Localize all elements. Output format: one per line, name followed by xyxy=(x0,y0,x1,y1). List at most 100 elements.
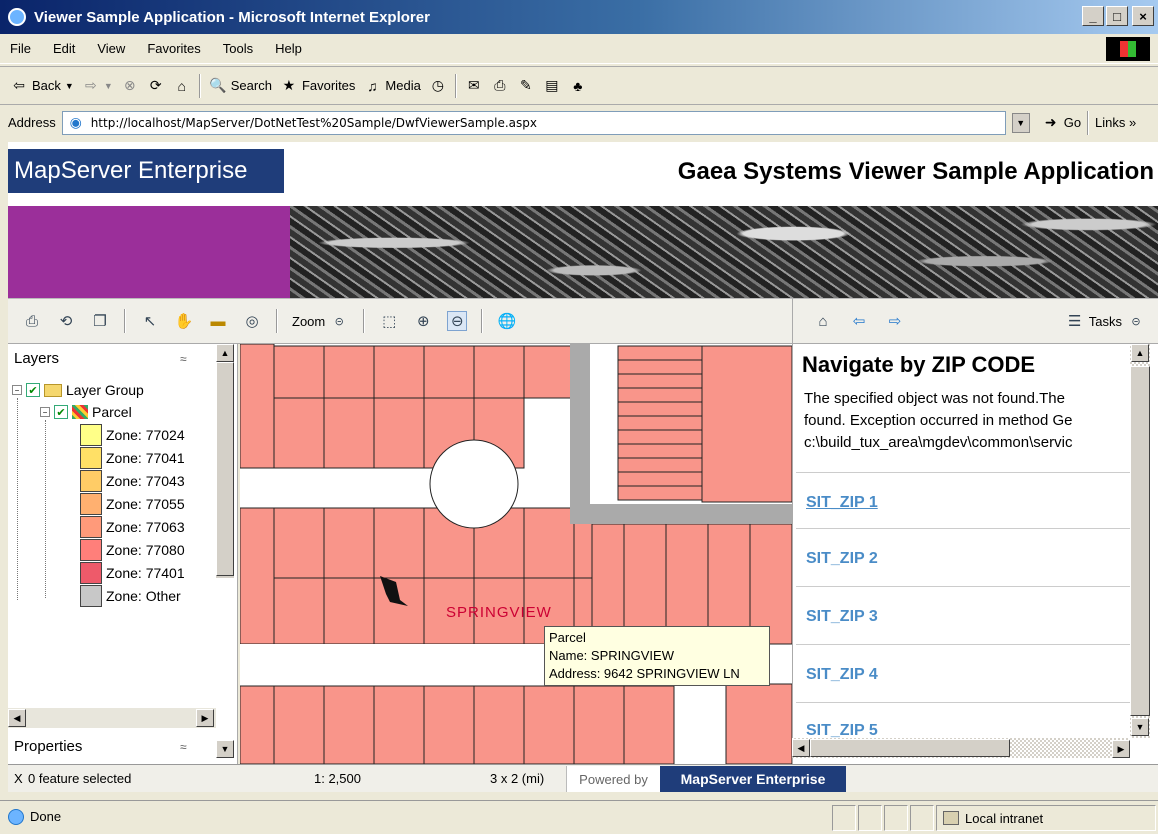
scroll-down-icon[interactable]: ▼ xyxy=(1131,718,1149,736)
scroll-up-icon[interactable]: ▲ xyxy=(216,344,234,362)
zip-link-5[interactable]: SIT_ZIP 5 xyxy=(806,722,878,738)
go-button[interactable]: ➜ Go xyxy=(1042,114,1081,132)
minimize-button[interactable]: _ xyxy=(1082,6,1104,26)
zip-link-3[interactable]: SIT_ZIP 3 xyxy=(806,608,878,626)
mail-icon[interactable]: ✉ xyxy=(465,77,483,95)
parcel[interactable] xyxy=(240,507,275,645)
parcel[interactable] xyxy=(273,685,325,764)
scroll-up-icon[interactable]: ▲ xyxy=(1131,344,1149,362)
select-pointer-icon[interactable]: ↖ xyxy=(140,311,160,331)
parcel[interactable] xyxy=(323,685,375,764)
zoom-dropdown[interactable]: Zoom ⊝ xyxy=(292,311,349,331)
zoom-extents-icon[interactable]: 🌐 xyxy=(497,311,517,331)
parcel[interactable] xyxy=(725,683,792,764)
map-view[interactable] xyxy=(240,344,792,764)
parcel[interactable] xyxy=(617,345,703,361)
menu-favorites[interactable]: Favorites xyxy=(147,41,200,56)
parcel[interactable] xyxy=(273,397,325,469)
menu-help[interactable]: Help xyxy=(275,41,302,56)
edit-icon[interactable]: ✎ xyxy=(517,77,535,95)
parcel[interactable] xyxy=(617,471,703,487)
parcel[interactable] xyxy=(617,443,703,459)
media-button[interactable]: ♫ Media xyxy=(363,77,421,95)
copy-map-icon[interactable]: ❐ xyxy=(90,311,110,331)
parcel[interactable] xyxy=(240,685,275,764)
zip-link-2[interactable]: SIT_ZIP 2 xyxy=(806,550,878,568)
parcel[interactable] xyxy=(240,344,275,469)
menu-view[interactable]: View xyxy=(97,41,125,56)
scroll-thumb[interactable] xyxy=(810,739,1010,757)
scroll-left-icon[interactable]: ◀ xyxy=(8,709,26,727)
refresh-icon[interactable]: ⟳ xyxy=(147,77,165,95)
zoom-out-icon[interactable]: ⊖ xyxy=(447,311,468,331)
collapse-icon[interactable]: − xyxy=(40,407,50,417)
parcel[interactable] xyxy=(423,345,475,399)
back-button[interactable]: ⇦ Back ▼ xyxy=(10,77,74,95)
scroll-thumb[interactable] xyxy=(216,362,234,576)
parcel-checkbox[interactable]: ✔ xyxy=(54,405,68,419)
parcel[interactable] xyxy=(373,577,425,645)
messenger-icon[interactable]: ♣ xyxy=(569,77,587,95)
parcel[interactable] xyxy=(617,359,703,375)
map-canvas[interactable] xyxy=(240,344,792,764)
parcel[interactable] xyxy=(473,345,525,399)
close-button[interactable]: × xyxy=(1132,6,1154,26)
layer-group-checkbox[interactable]: ✔ xyxy=(26,383,40,397)
zip-link-4[interactable]: SIT_ZIP 4 xyxy=(806,666,878,684)
parcel[interactable] xyxy=(373,685,425,764)
parcel[interactable] xyxy=(573,685,625,764)
history-icon[interactable]: ◷ xyxy=(429,77,447,95)
parcel[interactable] xyxy=(273,577,325,645)
menu-tools[interactable]: Tools xyxy=(223,41,253,56)
parcel[interactable] xyxy=(617,457,703,473)
expand-properties-icon[interactable]: ≈ xyxy=(180,740,187,754)
parcel[interactable] xyxy=(617,415,703,431)
search-button[interactable]: 🔍 Search xyxy=(209,77,272,95)
parcel[interactable] xyxy=(323,507,375,579)
address-input[interactable]: ◉ http://localhost/MapServer/DotNetTest%… xyxy=(61,110,1006,135)
task-back-icon[interactable]: ⇦ xyxy=(849,311,869,331)
measure-ruler-icon[interactable]: ▬ xyxy=(208,311,228,331)
menu-file[interactable]: File xyxy=(10,41,31,56)
collapse-icon[interactable]: − xyxy=(12,385,22,395)
discuss-icon[interactable]: ▤ xyxy=(543,77,561,95)
home-icon[interactable]: ⌂ xyxy=(173,77,191,95)
refresh-map-icon[interactable]: ⟲ xyxy=(56,311,76,331)
zoom-in-icon[interactable]: ⊕ xyxy=(413,311,433,331)
parcel[interactable] xyxy=(323,577,375,645)
task-forward-icon[interactable]: ⇨ xyxy=(885,311,905,331)
task-home-icon[interactable]: ⌂ xyxy=(813,311,833,331)
parcel[interactable] xyxy=(623,685,675,764)
scroll-thumb[interactable] xyxy=(1130,366,1150,716)
task-pane-hscrollbar[interactable]: ◀ xyxy=(792,738,1130,758)
scroll-right-icon[interactable]: ▶ xyxy=(196,709,214,727)
collapse-layers-icon[interactable]: ≈ xyxy=(180,352,187,366)
print-map-icon[interactable]: ⎙ xyxy=(22,311,42,331)
layers-hscrollbar[interactable]: ◀ ▶ xyxy=(8,708,216,728)
tasks-dropdown[interactable]: ☰ Tasks ⊝ xyxy=(1065,311,1146,331)
zoom-rectangle-icon[interactable]: ⬚ xyxy=(379,311,399,331)
clear-selection-icon[interactable]: X xyxy=(14,771,23,786)
task-pane-scrollbar[interactable]: ▲ ▼ xyxy=(1130,344,1150,738)
parcel[interactable] xyxy=(373,507,425,579)
links-button[interactable]: Links » xyxy=(1095,115,1136,130)
zip-link-1[interactable]: SIT_ZIP 1 xyxy=(806,494,878,512)
layers-scrollbar[interactable]: ▲ xyxy=(216,344,234,578)
parcel[interactable] xyxy=(617,429,703,445)
pan-hand-icon[interactable]: ✋ xyxy=(174,311,194,331)
parcel[interactable] xyxy=(323,397,375,469)
menu-edit[interactable]: Edit xyxy=(53,41,75,56)
parcel[interactable] xyxy=(701,345,792,503)
forward-button[interactable]: ⇨ ▼ xyxy=(82,77,113,95)
parcel[interactable] xyxy=(273,345,325,399)
scroll-left-icon[interactable]: ◀ xyxy=(792,739,810,757)
maximize-button[interactable]: □ xyxy=(1106,6,1128,26)
parcel[interactable] xyxy=(523,507,575,579)
parcel[interactable] xyxy=(617,401,703,417)
buffer-circle-icon[interactable]: ◎ xyxy=(242,311,262,331)
parcel[interactable] xyxy=(617,387,703,403)
favorites-button[interactable]: ★ Favorites xyxy=(280,77,356,95)
parcel[interactable] xyxy=(523,345,575,399)
scroll-down-icon[interactable]: ▼ xyxy=(216,740,234,758)
parcel[interactable] xyxy=(323,345,375,399)
